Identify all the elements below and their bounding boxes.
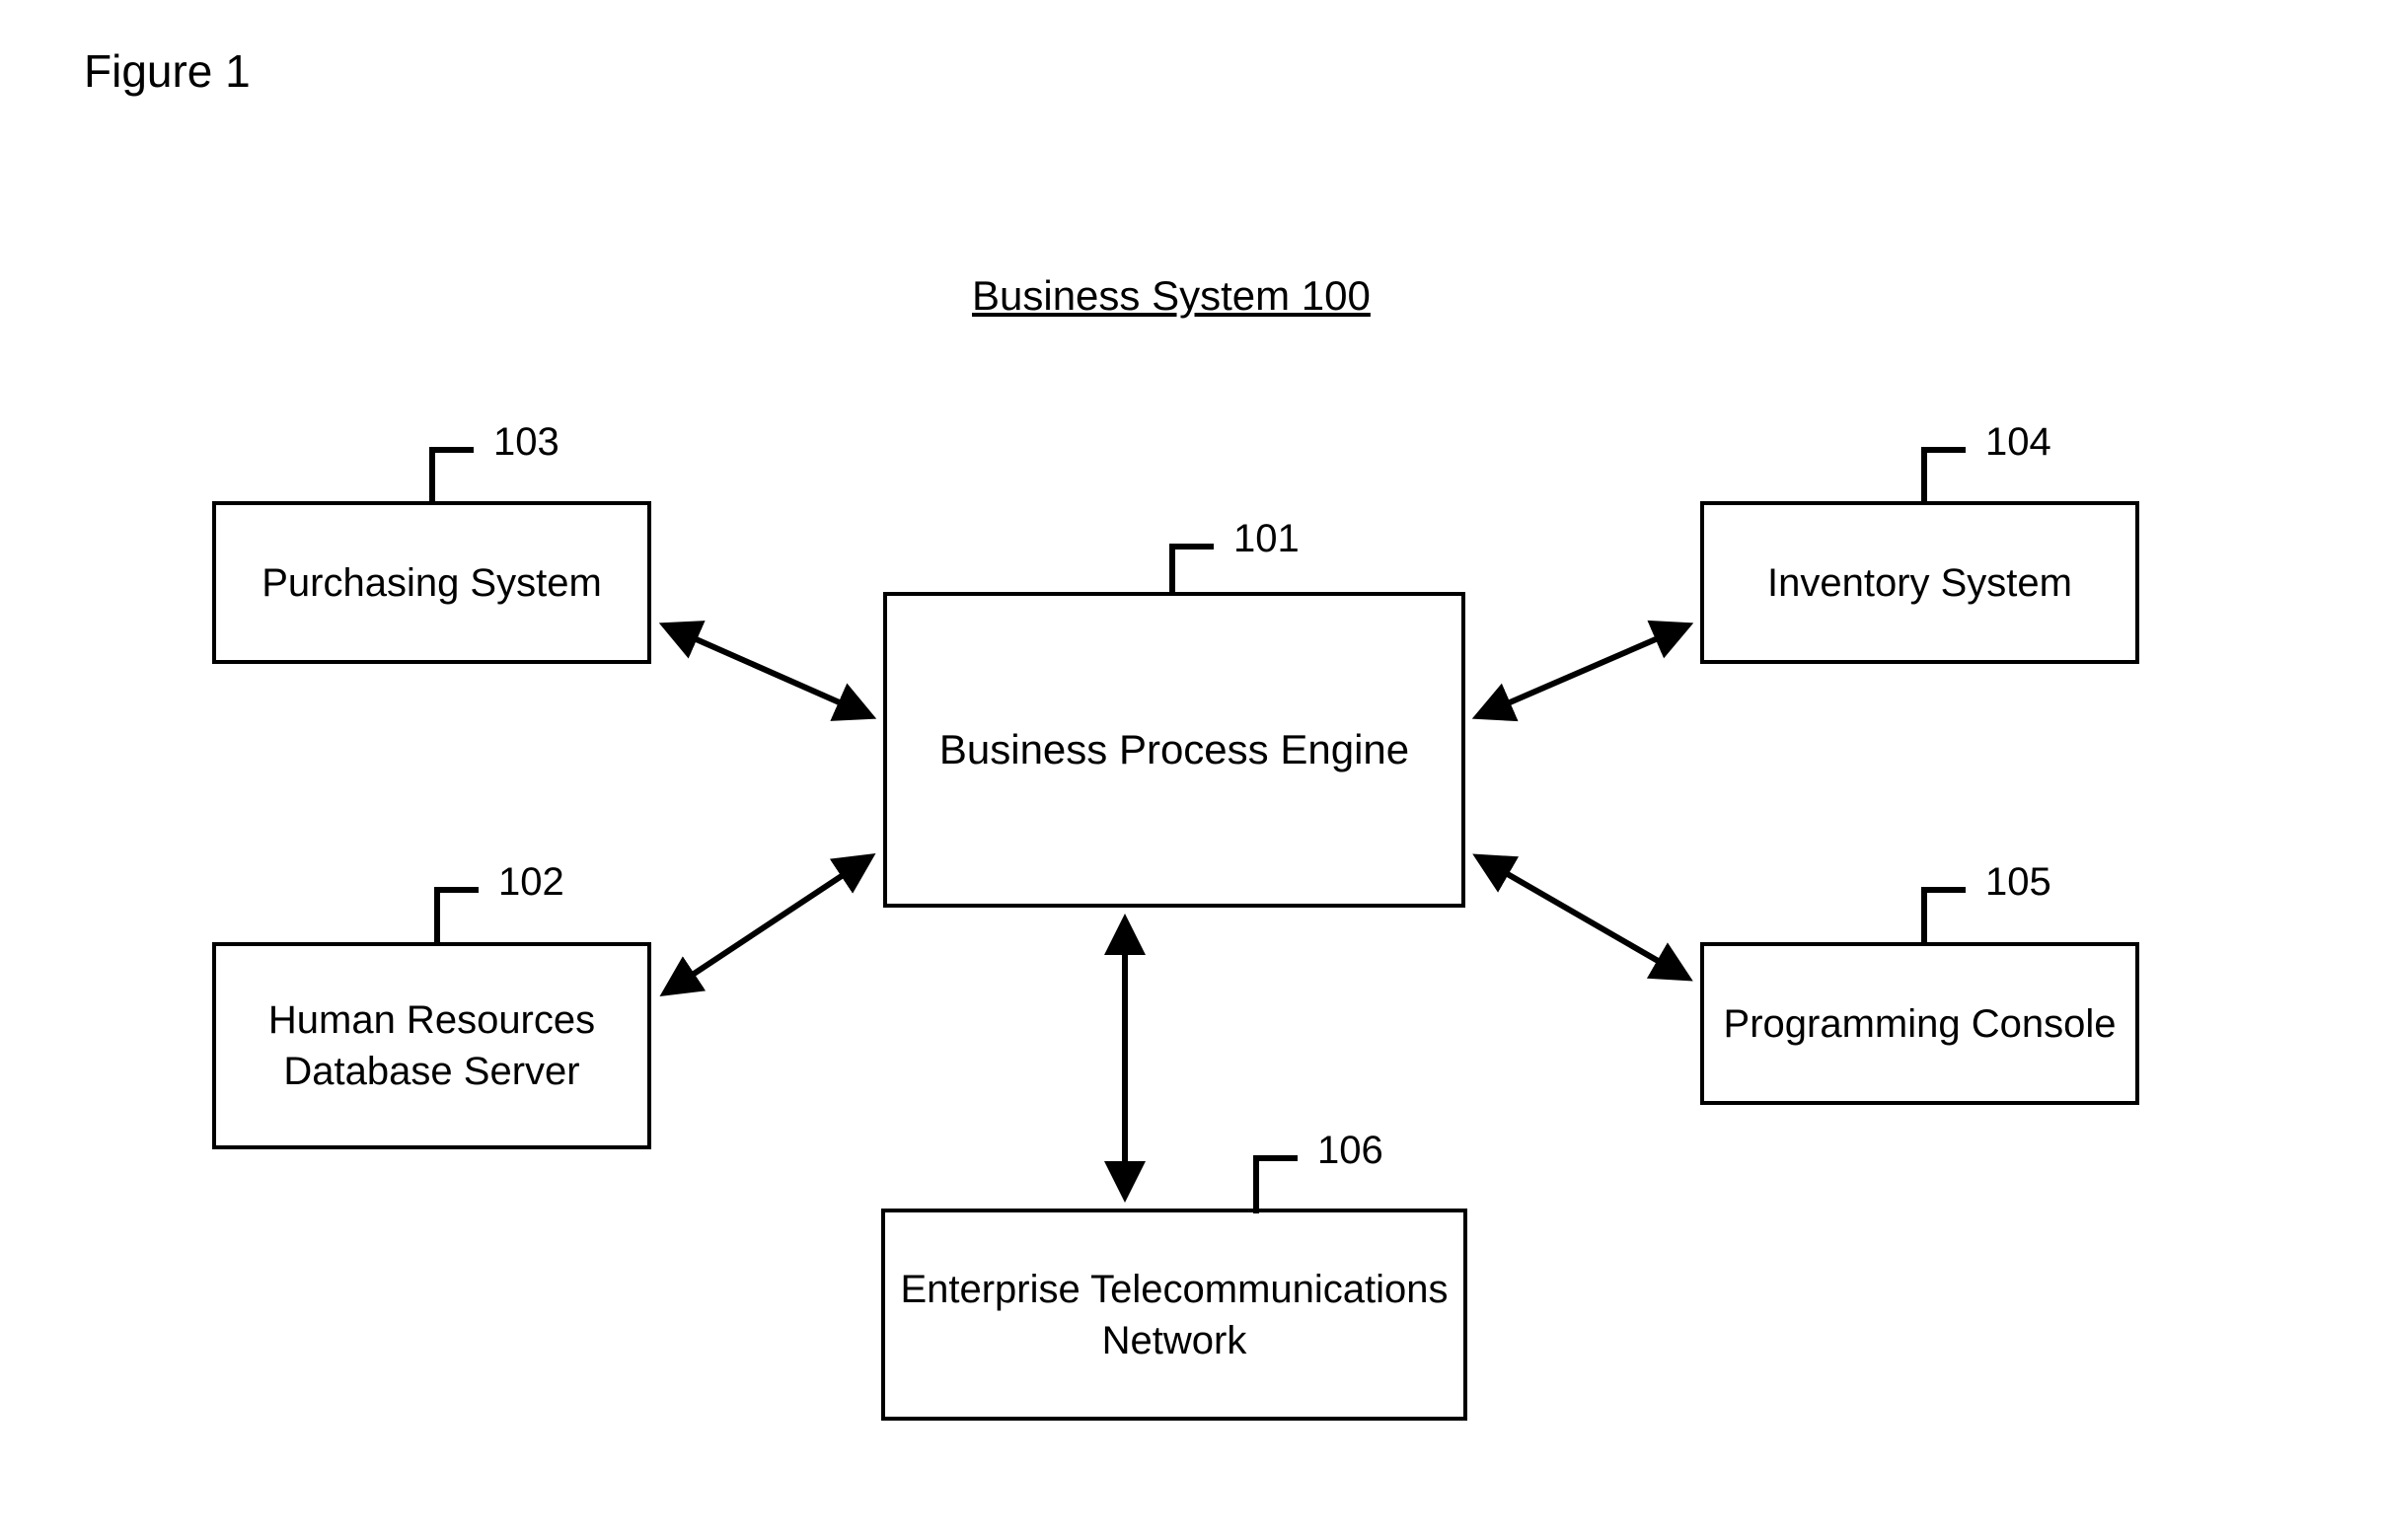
ref-tick-102 <box>429 870 488 945</box>
ref-label-104: 104 <box>1985 420 2051 465</box>
ref-tick-106 <box>1248 1138 1307 1213</box>
ref-label-105: 105 <box>1985 860 2051 905</box>
ref-tick-104 <box>1916 430 1975 505</box>
figure-label: Figure 1 <box>84 44 251 98</box>
box-business-process-engine: Business Process Engine <box>883 592 1465 908</box>
ref-label-103: 103 <box>493 420 559 465</box>
ref-tick-101 <box>1164 527 1224 596</box>
box-enterprise-telecom-network: Enterprise Telecommunications Network <box>881 1209 1467 1421</box>
box-label: Purchasing System <box>261 557 602 609</box>
box-hr-database-server: Human Resources Database Server <box>212 942 651 1149</box>
box-label: Business Process Engine <box>939 723 1409 777</box>
ref-label-106: 106 <box>1317 1129 1383 1173</box>
box-label: Inventory System <box>1767 557 2072 609</box>
ref-tick-105 <box>1916 870 1975 945</box>
ref-label-102: 102 <box>498 860 564 905</box>
box-label: Human Resources Database Server <box>268 994 595 1097</box>
box-inventory-system: Inventory System <box>1700 501 2139 664</box>
ref-tick-103 <box>424 430 484 505</box>
box-label: Programming Console <box>1724 998 2117 1050</box>
ref-label-101: 101 <box>1233 517 1300 561</box>
box-label: Enterprise Telecommunications Network <box>900 1264 1448 1366</box>
diagram-title: Business System 100 <box>972 272 1371 320</box>
box-programming-console: Programming Console <box>1700 942 2139 1105</box>
box-purchasing-system: Purchasing System <box>212 501 651 664</box>
